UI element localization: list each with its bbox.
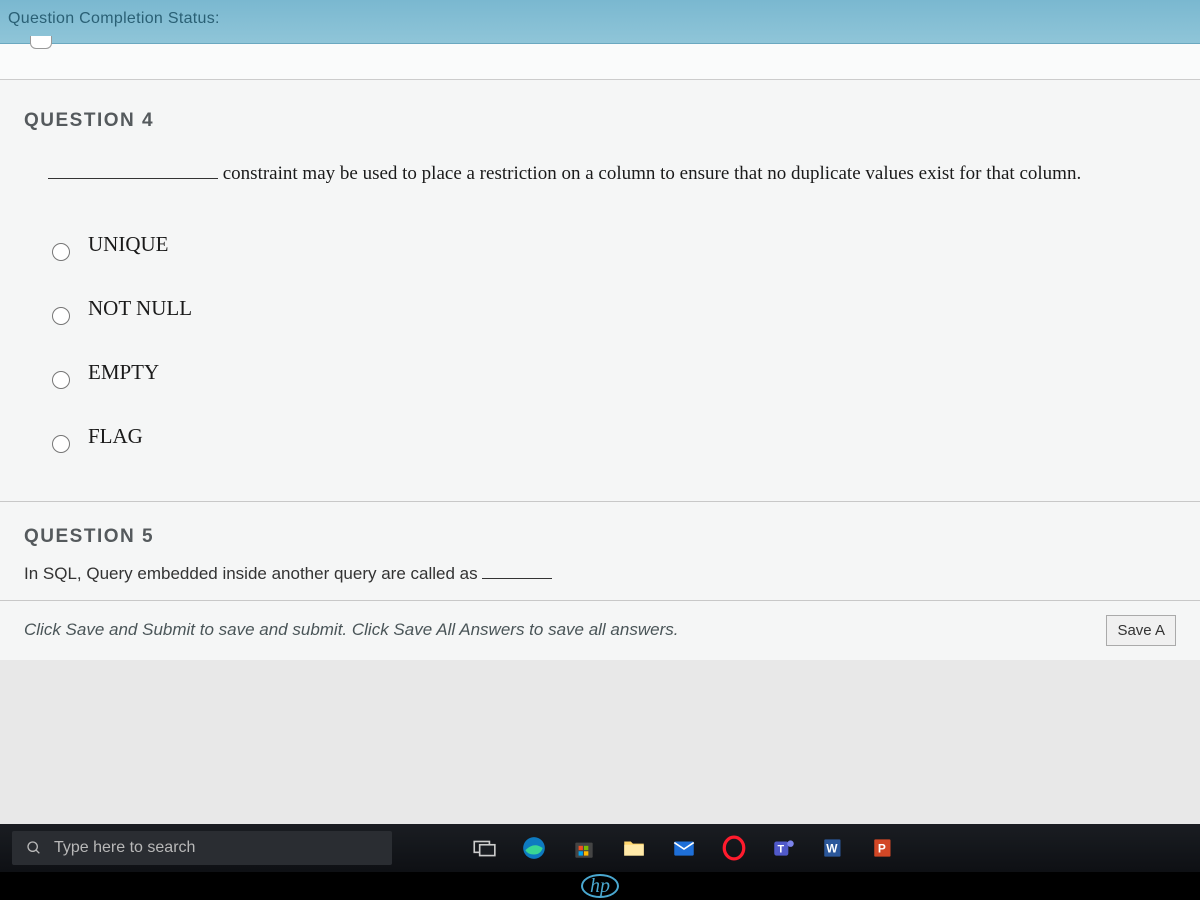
search-icon — [26, 840, 42, 856]
blank-fill — [482, 578, 552, 579]
option-label: EMPTY — [88, 360, 159, 385]
question-divider — [0, 501, 1200, 502]
save-all-button[interactable]: Save A — [1106, 615, 1176, 646]
question-5-text: In SQL, Query embedded inside another qu… — [24, 564, 1176, 584]
tab-strip — [0, 44, 1200, 80]
completion-status-bar: Question Completion Status: — [0, 0, 1200, 44]
option-not-null[interactable]: NOT NULL — [52, 293, 1176, 325]
question-5-prompt: In SQL, Query embedded inside another qu… — [24, 564, 478, 583]
option-label: NOT NULL — [88, 296, 192, 321]
windows-taskbar[interactable]: Type here to search T W P — [0, 824, 1200, 872]
edge-icon[interactable] — [518, 832, 550, 864]
hp-logo: hp — [581, 874, 619, 898]
quiz-content: QUESTION 4 constraint may be used to pla… — [0, 80, 1200, 660]
opera-icon[interactable] — [718, 832, 750, 864]
taskbar-search[interactable]: Type here to search — [12, 831, 392, 865]
mail-icon[interactable] — [668, 832, 700, 864]
taskbar-icons: T W P — [468, 832, 900, 864]
instructions-bar: Click Save and Submit to save and submit… — [0, 600, 1200, 660]
radio-empty[interactable] — [52, 371, 70, 389]
microsoft-store-icon[interactable] — [568, 832, 600, 864]
svg-text:P: P — [878, 841, 886, 855]
question-5-title: QUESTION 5 — [24, 526, 1176, 548]
radio-unique[interactable] — [52, 243, 70, 261]
radio-flag[interactable] — [52, 435, 70, 453]
teams-icon[interactable]: T — [768, 832, 800, 864]
blank-fill — [48, 178, 218, 179]
option-label: FLAG — [88, 424, 143, 449]
svg-text:T: T — [777, 843, 784, 855]
question-4-options: UNIQUE NOT NULL EMPTY FLAG — [52, 229, 1176, 453]
radio-not-null[interactable] — [52, 307, 70, 325]
option-empty[interactable]: EMPTY — [52, 357, 1176, 389]
option-label: UNIQUE — [88, 232, 168, 257]
question-4-block: QUESTION 4 constraint may be used to pla… — [24, 110, 1176, 453]
search-placeholder: Type here to search — [54, 839, 195, 857]
question-4-text: constraint may be used to place a restri… — [48, 160, 1176, 189]
powerpoint-icon[interactable]: P — [868, 832, 900, 864]
option-flag[interactable]: FLAG — [52, 421, 1176, 453]
question-4-title: QUESTION 4 — [24, 110, 1176, 132]
question-4-prompt: constraint may be used to place a restri… — [223, 163, 1081, 184]
word-icon[interactable]: W — [818, 832, 850, 864]
task-view-icon[interactable] — [468, 832, 500, 864]
completion-status-label: Question Completion Status: — [8, 10, 220, 27]
svg-text:W: W — [826, 841, 838, 855]
file-explorer-icon[interactable] — [618, 832, 650, 864]
option-unique[interactable]: UNIQUE — [52, 229, 1176, 261]
instructions-text: Click Save and Submit to save and submit… — [24, 620, 678, 640]
